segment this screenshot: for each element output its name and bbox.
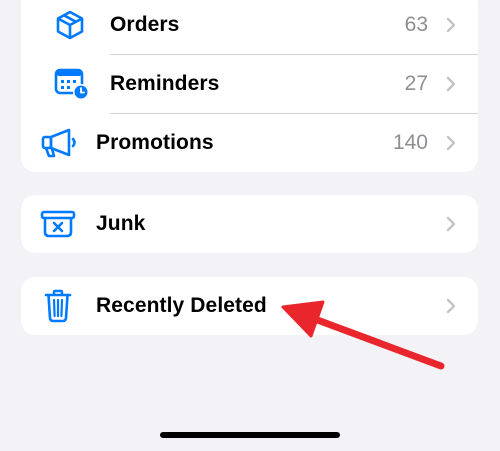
mailbox-count-promotions: 140	[392, 131, 428, 154]
mailbox-label-junk: Junk	[96, 212, 146, 235]
package-icon	[56, 10, 84, 40]
mailbox-label-orders: Orders	[110, 13, 180, 36]
chevron-right-icon	[446, 17, 456, 33]
mailbox-row-reminders[interactable]: Reminders 27	[21, 55, 478, 113]
mailbox-group-card: Orders 63 Reminders 27 Promotions 140	[21, 0, 478, 172]
chevron-right-icon	[446, 135, 456, 151]
junk-bin-icon	[40, 210, 76, 238]
mailbox-label-recently-deleted: Recently Deleted	[96, 294, 267, 317]
home-indicator[interactable]	[160, 432, 340, 438]
mailbox-row-junk[interactable]: Junk	[21, 195, 478, 253]
junk-card: Junk	[21, 195, 478, 253]
chevron-right-icon	[446, 216, 456, 232]
mailbox-count-reminders: 27	[404, 72, 428, 95]
mailbox-count-orders: 63	[404, 13, 428, 36]
mailbox-row-orders[interactable]: Orders 63	[21, 0, 478, 54]
mailbox-row-recently-deleted[interactable]: Recently Deleted	[21, 277, 478, 335]
calendar-clock-icon	[54, 68, 89, 100]
recently-deleted-card: Recently Deleted	[21, 277, 478, 335]
mailbox-row-promotions[interactable]: Promotions 140	[21, 114, 478, 172]
mailbox-label-reminders: Reminders	[110, 72, 220, 95]
chevron-right-icon	[446, 76, 456, 92]
trash-icon	[44, 289, 72, 323]
mailbox-label-promotions: Promotions	[96, 131, 214, 154]
chevron-right-icon	[446, 298, 456, 314]
megaphone-icon	[41, 128, 76, 158]
